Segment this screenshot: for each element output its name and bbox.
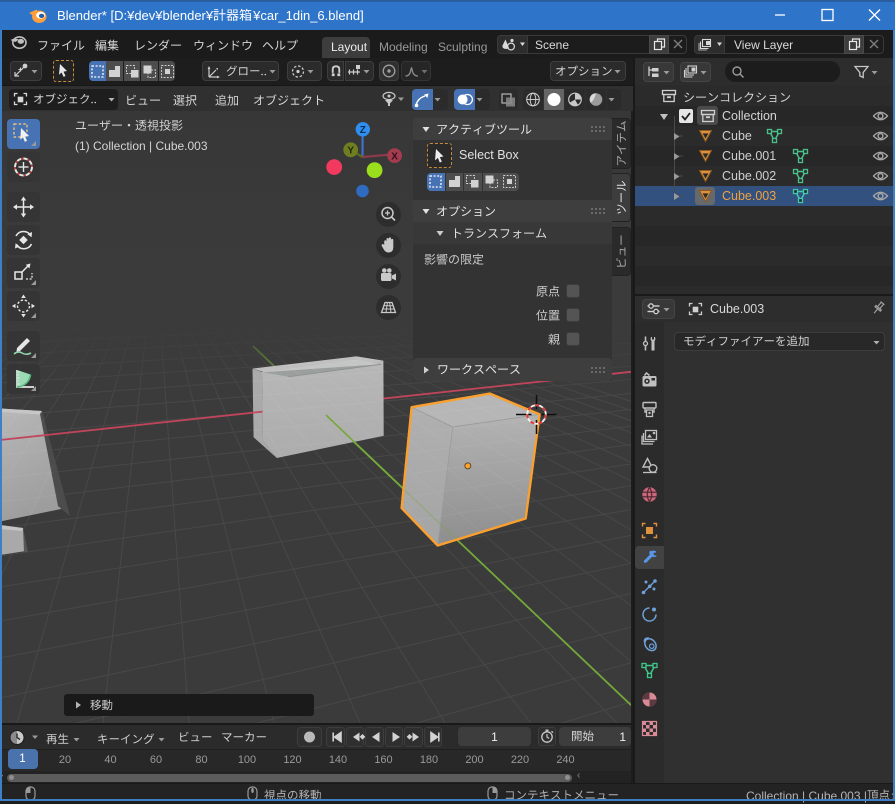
svg-text:Z: Z [360, 125, 366, 136]
svg-text:Y: Y [347, 146, 354, 157]
svg-text:X: X [391, 151, 398, 162]
